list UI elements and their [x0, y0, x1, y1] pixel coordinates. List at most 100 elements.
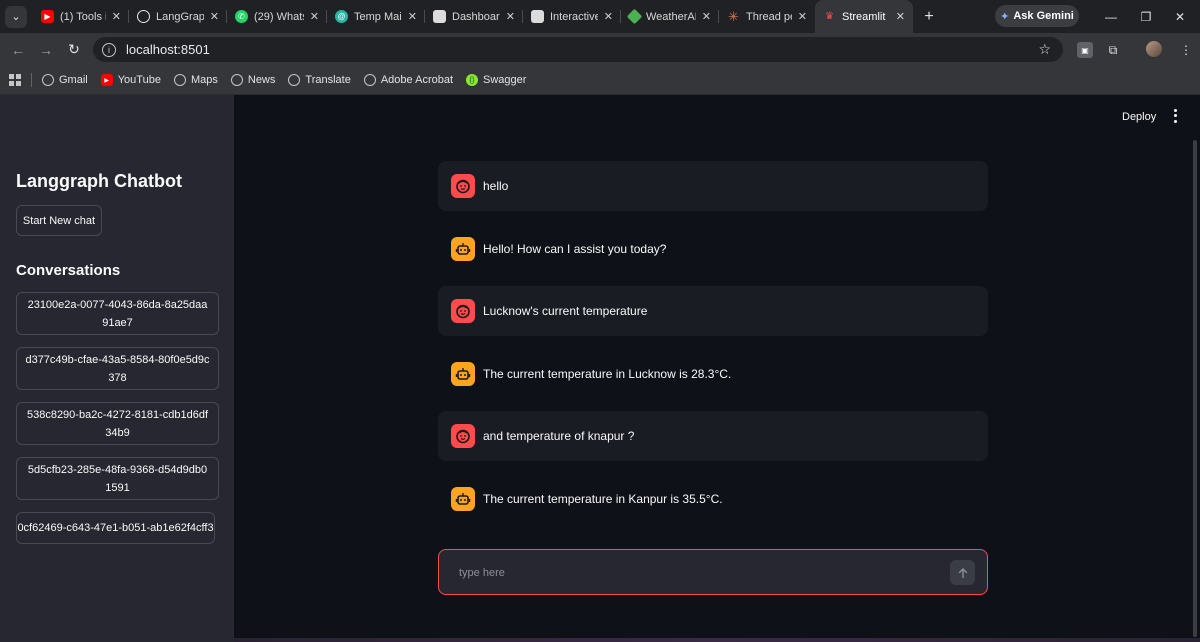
start-new-chat-button[interactable]: Start New chat	[16, 205, 102, 236]
close-tab-icon[interactable]: ✕	[798, 10, 807, 23]
chat-message-user: and temperature of knapur ?	[438, 411, 988, 461]
chat-message-user: Lucknow's current temperature	[438, 286, 988, 336]
close-tab-icon[interactable]: ✕	[210, 10, 219, 23]
swagger-icon: {}	[466, 74, 479, 86]
chat-message-assistant: The current temperature in Kanpur is 35.…	[438, 474, 988, 524]
bookmark-youtube[interactable]: ▶ YouTube	[100, 74, 161, 86]
whatsapp-icon: ✆	[235, 10, 248, 23]
message-text: The current temperature in Kanpur is 35.…	[483, 492, 723, 506]
tab-dashboard[interactable]: Dashboard ✕	[425, 0, 523, 33]
user-avatar-icon	[451, 424, 475, 448]
url-text: localhost:8501	[126, 42, 210, 57]
reload-icon[interactable]: ↻	[60, 41, 88, 58]
close-tab-icon[interactable]: ✕	[408, 10, 417, 23]
profile-avatar[interactable]	[1146, 41, 1162, 57]
app-menu-icon[interactable]	[1168, 108, 1182, 124]
bottom-decoration	[234, 638, 1200, 642]
tab-label: Interactive	[550, 10, 598, 23]
tab-search-chevron-icon[interactable]: ⌄	[5, 5, 27, 28]
bot-avatar-icon	[451, 237, 475, 261]
bookmark-label: YouTube	[117, 74, 161, 86]
bookmark-label: Swagger	[483, 74, 527, 86]
bookmark-maps[interactable]: Maps	[173, 74, 218, 86]
bookmark-label: Maps	[190, 74, 218, 86]
tab-label: LangGraph	[156, 10, 204, 23]
close-tab-icon[interactable]: ✕	[112, 10, 121, 23]
minimize-icon[interactable]: —	[1091, 0, 1131, 33]
chat-input[interactable]	[457, 564, 931, 582]
bookmark-translate[interactable]: Translate	[288, 74, 351, 86]
streamlit-icon: ♛	[825, 11, 834, 22]
conversation-button[interactable]: 5d5cfb23-285e-48fa-9368-d54d9db01591	[16, 457, 219, 500]
extension-badge-icon[interactable]: ▣	[1077, 42, 1093, 58]
bookmark-news[interactable]: News	[230, 74, 276, 86]
chat-message-assistant: Hello! How can I assist you today?	[438, 224, 988, 274]
bot-avatar-icon	[451, 487, 475, 511]
forward-icon[interactable]: →	[32, 42, 60, 58]
globe-icon	[288, 74, 301, 86]
tab-streamlit[interactable]: ♛ Streamlit ✕	[815, 0, 913, 33]
tab-label: WeatherAP	[646, 10, 696, 23]
deploy-button[interactable]: Deploy	[1122, 111, 1156, 123]
app-header	[234, 95, 1200, 140]
page-icon	[433, 10, 446, 23]
bookmark-gmail[interactable]: Gmail	[42, 74, 88, 86]
extensions-puzzle-icon[interactable]: ⧉	[1105, 42, 1121, 58]
chat-input-container	[438, 549, 988, 595]
tab-whatsapp[interactable]: ✆ (29) WhatsA ✕	[227, 0, 327, 33]
user-avatar-icon	[451, 174, 475, 198]
bookmark-label: Translate	[305, 74, 351, 86]
chat-message-user: hello	[438, 161, 988, 211]
page-icon	[531, 10, 544, 23]
conversations-heading: Conversations	[16, 262, 121, 279]
claude-icon: ✳	[728, 8, 739, 24]
new-tab-button[interactable]: +	[919, 8, 939, 26]
bookmark-label: Gmail	[59, 74, 88, 86]
tab-youtube[interactable]: ▶ (1) Tools in ✕	[33, 0, 129, 33]
send-button[interactable]	[950, 560, 975, 585]
chat-message-assistant: The current temperature in Lucknow is 28…	[438, 349, 988, 399]
tab-label: (29) WhatsA	[254, 10, 304, 23]
conversation-button[interactable]: 538c8290-ba2c-4272-8181-cdb1d6df34b9	[16, 402, 219, 445]
tempmail-icon: @	[335, 10, 348, 23]
youtube-icon: ▶	[41, 10, 54, 23]
tab-label: Dashboard	[452, 10, 500, 23]
bookmark-label: News	[247, 74, 276, 86]
tab-label: Thread pe	[746, 10, 792, 23]
globe-icon	[230, 74, 243, 86]
close-tab-icon[interactable]: ✕	[604, 10, 613, 23]
back-icon[interactable]: ←	[4, 42, 32, 58]
close-window-icon[interactable]: ✕	[1160, 0, 1200, 33]
bot-avatar-icon	[451, 362, 475, 386]
globe-icon	[173, 74, 186, 86]
conversation-button[interactable]: d377c49b-cfae-43a5-8584-80f0e5d9c378	[16, 347, 219, 390]
tab-thread[interactable]: ✳ Thread pe ✕	[719, 0, 815, 33]
tab-label: Temp Mail	[354, 10, 402, 23]
cube-icon	[626, 8, 643, 25]
close-tab-icon[interactable]: ✕	[896, 10, 905, 23]
conversation-button[interactable]: 0cf62469-c643-47e1-b051-ab1e62f4cff3	[16, 512, 215, 544]
close-tab-icon[interactable]: ✕	[310, 10, 319, 23]
browser-menu-icon[interactable]: ⋮	[1178, 42, 1194, 58]
main-scrollbar[interactable]	[1193, 140, 1197, 637]
bookmark-adobe-acrobat[interactable]: Adobe Acrobat	[363, 74, 454, 86]
tab-temp-mail[interactable]: @ Temp Mail ✕	[327, 0, 425, 33]
tab-weatherapi[interactable]: WeatherAP ✕	[621, 0, 719, 33]
bookmark-star-icon[interactable]: ☆	[1038, 41, 1051, 58]
tab-langgraph[interactable]: LangGraph ✕	[129, 0, 227, 33]
close-tab-icon[interactable]: ✕	[702, 10, 711, 23]
langgraph-icon	[137, 10, 150, 23]
bookmark-label: Adobe Acrobat	[380, 74, 454, 86]
bookmark-swagger[interactable]: {} Swagger	[466, 74, 526, 86]
browser-tab-strip: ⌄ ▶ (1) Tools in ✕ LangGraph ✕ ✆ (29) Wh…	[0, 0, 1200, 33]
ask-gemini-button[interactable]: ✦ Ask Gemini	[995, 5, 1079, 27]
conversation-button[interactable]: 23100e2a-0077-4043-86da-8a25daa91ae7	[16, 292, 219, 335]
tab-interactive[interactable]: Interactive ✕	[523, 0, 621, 33]
apps-grid-icon[interactable]	[9, 74, 21, 86]
site-info-icon[interactable]: i	[102, 42, 116, 57]
tab-label: (1) Tools in	[60, 10, 106, 23]
close-tab-icon[interactable]: ✕	[506, 10, 515, 23]
sidebar: Langgraph Chatbot Start New chat Convers…	[0, 95, 234, 642]
address-bar[interactable]: i localhost:8501 ☆	[93, 37, 1063, 62]
message-text: hello	[483, 179, 509, 193]
